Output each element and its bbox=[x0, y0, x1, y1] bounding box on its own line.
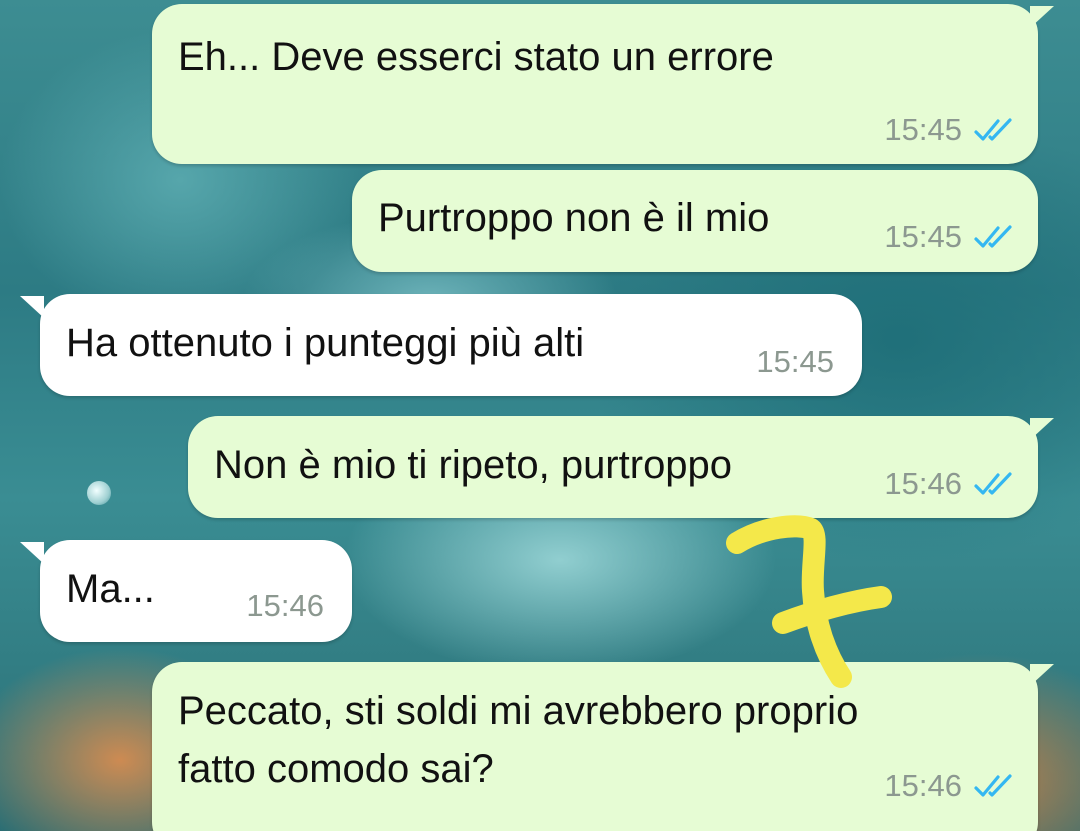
outgoing-message-bubble[interactable]: Purtroppo non è il mio 15:45 bbox=[352, 170, 1038, 272]
message-time: 15:45 bbox=[884, 112, 962, 147]
message-text: Non è mio ti ripeto, purtroppo bbox=[214, 443, 733, 487]
bubble-tail bbox=[1030, 664, 1054, 686]
message-text-line-2: fatto comodo sai? bbox=[178, 747, 494, 791]
outgoing-message-bubble[interactable]: Peccato, sti soldi mi avrebbero proprio … bbox=[152, 662, 1038, 831]
message-text: Ha ottenuto i punteggi più alti bbox=[66, 321, 585, 365]
message-text: Purtroppo non è il mio bbox=[378, 196, 770, 240]
wallpaper-light-dot bbox=[87, 481, 111, 505]
message-meta: 15:46 bbox=[246, 588, 324, 624]
message-time: 15:45 bbox=[884, 219, 962, 254]
outgoing-message-bubble[interactable]: Eh... Deve esserci stato un errore 15:45 bbox=[152, 4, 1038, 164]
message-text: Ma... bbox=[66, 567, 155, 611]
message-meta: 15:46 bbox=[884, 466, 1016, 502]
message-time: 15:45 bbox=[756, 344, 834, 379]
incoming-message-bubble[interactable]: Ma... 15:46 bbox=[40, 540, 352, 642]
message-meta: 15:46 bbox=[884, 768, 1016, 804]
outgoing-message-bubble[interactable]: Non è mio ti ripeto, purtroppo 15:46 bbox=[188, 416, 1038, 518]
message-meta: 15:45 bbox=[756, 344, 834, 380]
yellow-scribble-annotation bbox=[726, 515, 892, 688]
message-meta: 15:45 bbox=[884, 219, 1016, 255]
double-check-icon bbox=[974, 225, 1012, 248]
bubble-tail bbox=[20, 296, 44, 318]
bubble-tail bbox=[1030, 6, 1054, 28]
double-check-icon bbox=[974, 118, 1012, 141]
message-time: 15:46 bbox=[884, 466, 962, 501]
double-check-icon bbox=[974, 472, 1012, 495]
message-time: 15:46 bbox=[884, 768, 962, 803]
message-time: 15:46 bbox=[246, 588, 324, 623]
incoming-message-bubble[interactable]: Ha ottenuto i punteggi più alti 15:45 bbox=[40, 294, 862, 396]
bubble-tail bbox=[1030, 418, 1054, 440]
double-check-icon bbox=[974, 774, 1012, 797]
message-meta: 15:45 bbox=[884, 112, 1016, 148]
message-text: Eh... Deve esserci stato un errore bbox=[178, 35, 774, 79]
bubble-tail bbox=[20, 542, 44, 564]
